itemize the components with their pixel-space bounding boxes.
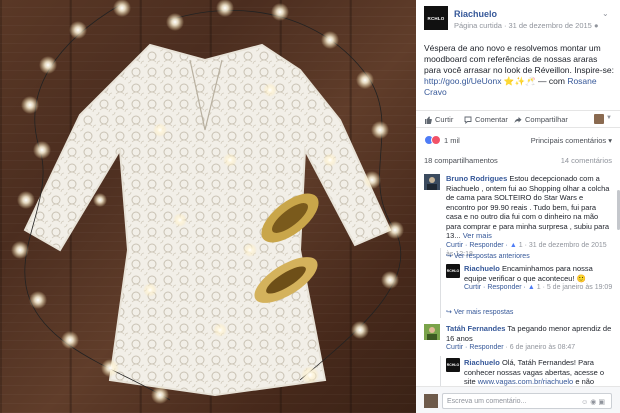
more-replies-link[interactable]: ↪ Ver mais respostas: [446, 308, 513, 316]
share-label: Compartilhar: [525, 115, 568, 124]
reply-body: Riachuelo Olá, Tatáh Fernandes! Para con…: [464, 358, 614, 387]
reply-text-tail: e não: [575, 377, 595, 386]
thumbs-up-icon: [424, 116, 432, 124]
emoji-icon[interactable]: ☺: [581, 399, 590, 406]
post-panel: RCHLO Riachuelo Página curtida · 31 de dez…: [416, 0, 620, 413]
reply-item: RCHLO Riachuelo Encaminhamos para nossa …: [446, 264, 614, 304]
post-link[interactable]: http://goo.gl/UeUonx: [424, 76, 502, 86]
comment-meta: Curtir · Responder · 6 de janeiro às 08:…: [446, 343, 614, 353]
comment-placeholder: Escreva um comentário...: [447, 398, 527, 405]
thumbs-up-small-icon: ▲: [509, 241, 517, 249]
page-name-link[interactable]: Riachuelo: [454, 9, 497, 19]
like-reply-links[interactable]: Curtir · Responder: [446, 344, 504, 351]
comment-item: Tatáh Fernandes Ta pegando menor aprendi…: [424, 324, 614, 354]
thread-line: [440, 356, 441, 386]
post-text: Véspera de ano novo e resolvemos montar …: [424, 43, 614, 98]
stats-row: 18 compartilhamentos 14 comentários: [424, 156, 612, 168]
comment-icon: [464, 116, 472, 124]
reply-meta: Curtir · Responder · ▲ 1 · 5 de janeiro …: [464, 283, 614, 293]
thread-line: [440, 248, 441, 318]
globe-icon: ●: [593, 21, 599, 30]
page-logo-small[interactable]: RCHLO: [446, 264, 460, 278]
reply-body: Riachuelo Encaminhamos para nossa equipe…: [464, 264, 614, 293]
commenter-name[interactable]: Tatáh Fernandes: [446, 324, 505, 333]
like-button[interactable]: Curtir: [424, 115, 453, 124]
reply-like-reply-links[interactable]: Curtir · Responder ·: [464, 284, 526, 291]
dress-shape: [23, 43, 392, 397]
avatar: [424, 394, 438, 408]
chevron-down-icon[interactable]: ⌄: [602, 9, 612, 18]
comment-label: Comentar: [475, 115, 508, 124]
comment-body: Tatáh Fernandes Ta pegando menor aprendi…: [446, 324, 614, 353]
page-liked-label: Página curtida: [454, 21, 502, 30]
comment-body: Bruno Rodrigues Estou decepcionado com a…: [446, 174, 614, 260]
post-photo[interactable]: [0, 0, 416, 413]
avatar[interactable]: [424, 324, 440, 340]
shares-count[interactable]: 18 compartilhamentos: [424, 156, 498, 165]
reply-author[interactable]: Riachuelo: [464, 264, 500, 273]
page-logo[interactable]: RCHLO: [424, 6, 448, 30]
avatar[interactable]: [424, 174, 440, 190]
more-replies-label: Ver mais respostas: [453, 309, 514, 316]
commenter-name[interactable]: Bruno Rodrigues: [446, 174, 507, 183]
comment-time[interactable]: · 6 de janeiro às 08:47: [506, 344, 576, 351]
share-icon: [514, 116, 522, 124]
comments-count[interactable]: 14 comentários: [561, 156, 612, 165]
comment-input[interactable]: Escreva um comentário... ☺◉▣: [442, 393, 612, 409]
reply-like-count[interactable]: 1: [537, 284, 541, 291]
previous-replies-link[interactable]: ↪ Ver respostas anteriores: [446, 252, 530, 260]
previous-replies-label: Ver respostas anteriores: [453, 253, 530, 260]
comment-button[interactable]: Comentar: [464, 115, 508, 124]
acting-as-avatar[interactable]: [594, 114, 604, 124]
reactions-row: 1 mil Principais comentários ▾: [424, 134, 612, 148]
reply-arrow-icon: ↪: [446, 253, 452, 260]
like-reply-links[interactable]: Curtir · Responder ·: [446, 242, 508, 249]
reply-author[interactable]: Riachuelo: [464, 358, 500, 367]
love-reaction-icon[interactable]: [431, 135, 441, 145]
reaction-count[interactable]: 1 mil: [444, 136, 460, 145]
thumbs-up-small-icon: ▲: [527, 284, 535, 291]
post-emoji: ⭐✨🥂: [503, 76, 536, 86]
comment-composer: Escreva um comentário... ☺◉▣: [416, 386, 620, 413]
sticker-icon[interactable]: ▣: [598, 399, 607, 406]
photo-illustration: [11, 0, 404, 413]
reply-arrow-icon: ↪: [446, 309, 452, 316]
page-logo-small[interactable]: RCHLO: [446, 358, 460, 372]
post-subtitle: Página curtida · 31 de dezembro de 2015 ●: [454, 21, 599, 30]
reply-time[interactable]: · 5 de janeiro às 19:09: [543, 284, 613, 291]
share-button[interactable]: Compartilhar: [514, 115, 568, 124]
comment-item: Bruno Rodrigues Estou decepcionado com a…: [424, 174, 614, 258]
like-label: Curtir: [435, 115, 454, 124]
comment-like-count[interactable]: 1: [519, 242, 523, 249]
composer-tools: ☺◉▣: [581, 398, 607, 406]
see-more-link[interactable]: Ver mais: [463, 231, 492, 240]
post-date[interactable]: 31 de dezembro de 2015: [508, 21, 591, 30]
caret-down-icon[interactable]: ▼: [606, 115, 612, 121]
comment-sort-dropdown[interactable]: Principais comentários ▾: [531, 136, 612, 145]
reply-item: RCHLO Riachuelo Olá, Tatáh Fernandes! Pa…: [446, 358, 614, 386]
vagas-link[interactable]: www.vagas.com.br/riachuelo: [478, 377, 573, 386]
post-header: RCHLO Riachuelo Página curtida · 31 de dez…: [416, 0, 620, 40]
post-with: — com: [538, 76, 565, 86]
post-text-main: Véspera de ano novo e resolvemos montar …: [424, 43, 614, 75]
post-actions-bar: Curtir Comentar Compartilhar ▼: [416, 110, 620, 128]
